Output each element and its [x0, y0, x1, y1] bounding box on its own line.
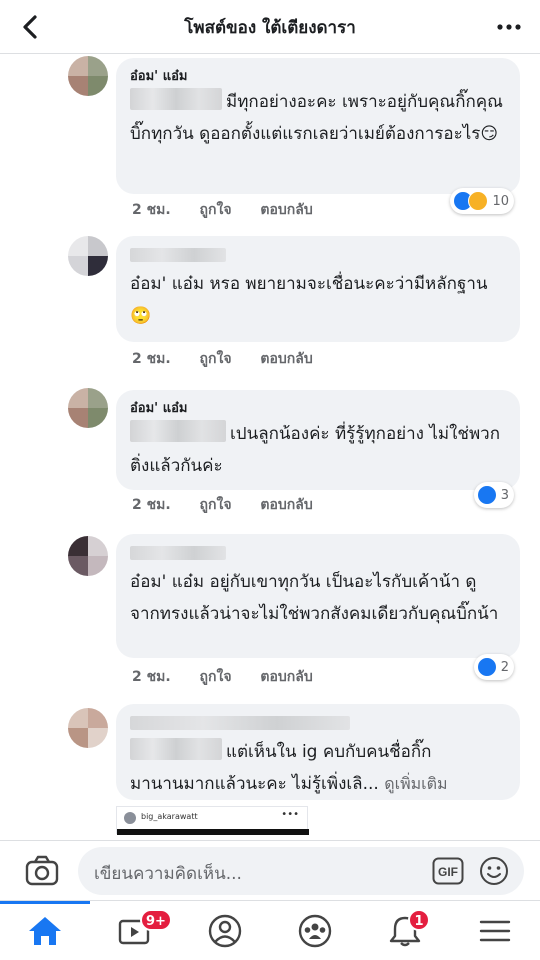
back-arrow-icon — [23, 15, 37, 39]
redacted-author — [130, 716, 350, 730]
notifications-badge: 1 — [408, 909, 430, 931]
video-badge: 9+ — [140, 909, 172, 931]
comment-text: แต่เห็นใน ig คบกับคนชื่อกิ๊ก มานานมากแล้… — [130, 736, 506, 800]
emoji-button[interactable] — [478, 855, 510, 887]
redacted-mention — [130, 420, 226, 442]
profile-avatar-icon — [124, 812, 136, 824]
page-title: โพสต์ของ ใต้เตียงดารา — [184, 18, 356, 38]
tab-menu[interactable] — [450, 901, 540, 960]
active-tab-indicator — [0, 901, 90, 904]
comment-time: 2 ชม. — [132, 669, 171, 685]
tab-notifications[interactable]: 1 — [360, 901, 450, 960]
camera-button[interactable] — [22, 853, 62, 889]
avatar[interactable] — [68, 56, 108, 96]
reply-button[interactable]: ตอบกลับ — [260, 202, 312, 218]
avatar[interactable] — [68, 236, 108, 276]
avatar[interactable] — [68, 388, 108, 428]
groups-icon — [298, 914, 332, 948]
redacted-author — [130, 248, 226, 262]
comment-author[interactable]: อ๋อม' แอ๋ม — [130, 68, 506, 86]
comment-bubble: อ๋อม' แอ๋ม อยู่กับเขาทุกวัน เป็นอะไรกับเ… — [116, 534, 520, 658]
comment-text: เปนลูกน้องค่ะ ที่รู้รู้ทุกอย่าง ไม่ใช่พว… — [130, 418, 506, 482]
comment-author[interactable]: อ๋อม' แอ๋ม — [130, 400, 506, 418]
reaction-count: 2 — [500, 659, 509, 675]
comment-input[interactable]: เขียนความคิดเห็น... GIF — [78, 847, 524, 895]
more-options-button[interactable] — [492, 10, 526, 44]
comment-time: 2 ชม. — [132, 351, 171, 367]
like-reaction-icon — [476, 657, 497, 677]
embed-more-icon: ••• — [281, 809, 299, 820]
avatar[interactable] — [68, 536, 108, 576]
comment-bubble: อ๋อม' แอ๋ม เปนลูกน้องค่ะ ที่รู้รู้ทุกอย่… — [116, 390, 520, 490]
tab-home[interactable] — [0, 901, 90, 960]
comment-text: อ๋อม' แอ๋ม อยู่กับเขาทุกวัน เป็นอะไรกับเ… — [130, 572, 499, 624]
comment-image-preview[interactable]: big_akarawatt ••• — [116, 806, 309, 835]
smiley-icon — [480, 857, 508, 885]
reaction-count: 10 — [492, 193, 509, 209]
comment-bubble: อ๋อม' แอ๋ม หรอ พยายามจะเชื่อนะคะว่ามีหลั… — [116, 236, 520, 342]
reaction-count: 3 — [500, 487, 509, 503]
comment-time: 2 ชม. — [132, 497, 171, 513]
avatar[interactable] — [68, 708, 108, 748]
reaction-summary[interactable]: 3 — [473, 482, 514, 508]
embed-handle: big_akarawatt — [141, 812, 198, 821]
top-bar: โพสต์ของ ใต้เตียงดารา — [0, 0, 540, 54]
like-reaction-icon — [476, 485, 497, 505]
tab-groups[interactable] — [270, 901, 360, 960]
redacted-mention — [130, 88, 222, 110]
home-icon — [29, 917, 61, 945]
redacted-author — [130, 546, 226, 560]
more-dots-icon — [497, 24, 521, 30]
embed-image-edge — [117, 829, 309, 835]
wow-reaction-icon — [468, 191, 489, 211]
comment-bubble: แต่เห็นใน ig คบกับคนชื่อกิ๊ก มานานมากแล้… — [116, 704, 520, 800]
gif-button[interactable]: GIF — [432, 857, 464, 885]
reply-button[interactable]: ตอบกลับ — [260, 351, 312, 367]
svg-text:GIF: GIF — [438, 865, 458, 879]
comment-text: อ๋อม' แอ๋ม หรอ พยายามจะเชื่อนะคะว่ามีหลั… — [130, 274, 488, 326]
see-more-link[interactable]: ดูเพิ่มเติม — [384, 774, 447, 793]
comment-input-placeholder: เขียนความคิดเห็น... — [94, 864, 242, 884]
comment-actions: 2 ชม. ถูกใจ ตอบกลับ — [132, 666, 337, 688]
reaction-summary[interactable]: 2 — [473, 654, 514, 680]
comment-time: 2 ชม. — [132, 202, 171, 218]
comment-actions: 2 ชม. ถูกใจ ตอบกลับ — [132, 494, 337, 516]
comment-actions: 2 ชม. ถูกใจ ตอบกลับ — [132, 348, 337, 370]
gif-icon: GIF — [432, 857, 464, 885]
like-button[interactable]: ถูกใจ — [200, 669, 232, 685]
comment-composer: เขียนความคิดเห็น... GIF — [0, 840, 540, 900]
tab-profile[interactable] — [180, 901, 270, 960]
camera-icon — [25, 855, 59, 886]
redacted-mention — [130, 738, 222, 760]
tab-watch[interactable]: 9+ — [90, 901, 180, 960]
comment-text: มีทุกอย่างอะคะ เพราะอยู่กับคุณกิ๊กคุณบิ๊… — [130, 86, 506, 150]
bottom-navigation: 9+ 1 — [0, 900, 540, 960]
like-button[interactable]: ถูกใจ — [200, 497, 232, 513]
comment-bubble: อ๋อม' แอ๋ม มีทุกอย่างอะคะ เพราะอยู่กับคุ… — [116, 58, 520, 194]
profile-icon — [208, 914, 242, 948]
reply-button[interactable]: ตอบกลับ — [260, 669, 312, 685]
back-button[interactable] — [14, 10, 48, 44]
comment-actions: 2 ชม. ถูกใจ ตอบกลับ — [132, 199, 337, 221]
reply-button[interactable]: ตอบกลับ — [260, 497, 312, 513]
hamburger-menu-icon — [479, 920, 511, 942]
reaction-summary[interactable]: 10 — [450, 188, 514, 214]
like-button[interactable]: ถูกใจ — [200, 202, 232, 218]
like-button[interactable]: ถูกใจ — [200, 351, 232, 367]
